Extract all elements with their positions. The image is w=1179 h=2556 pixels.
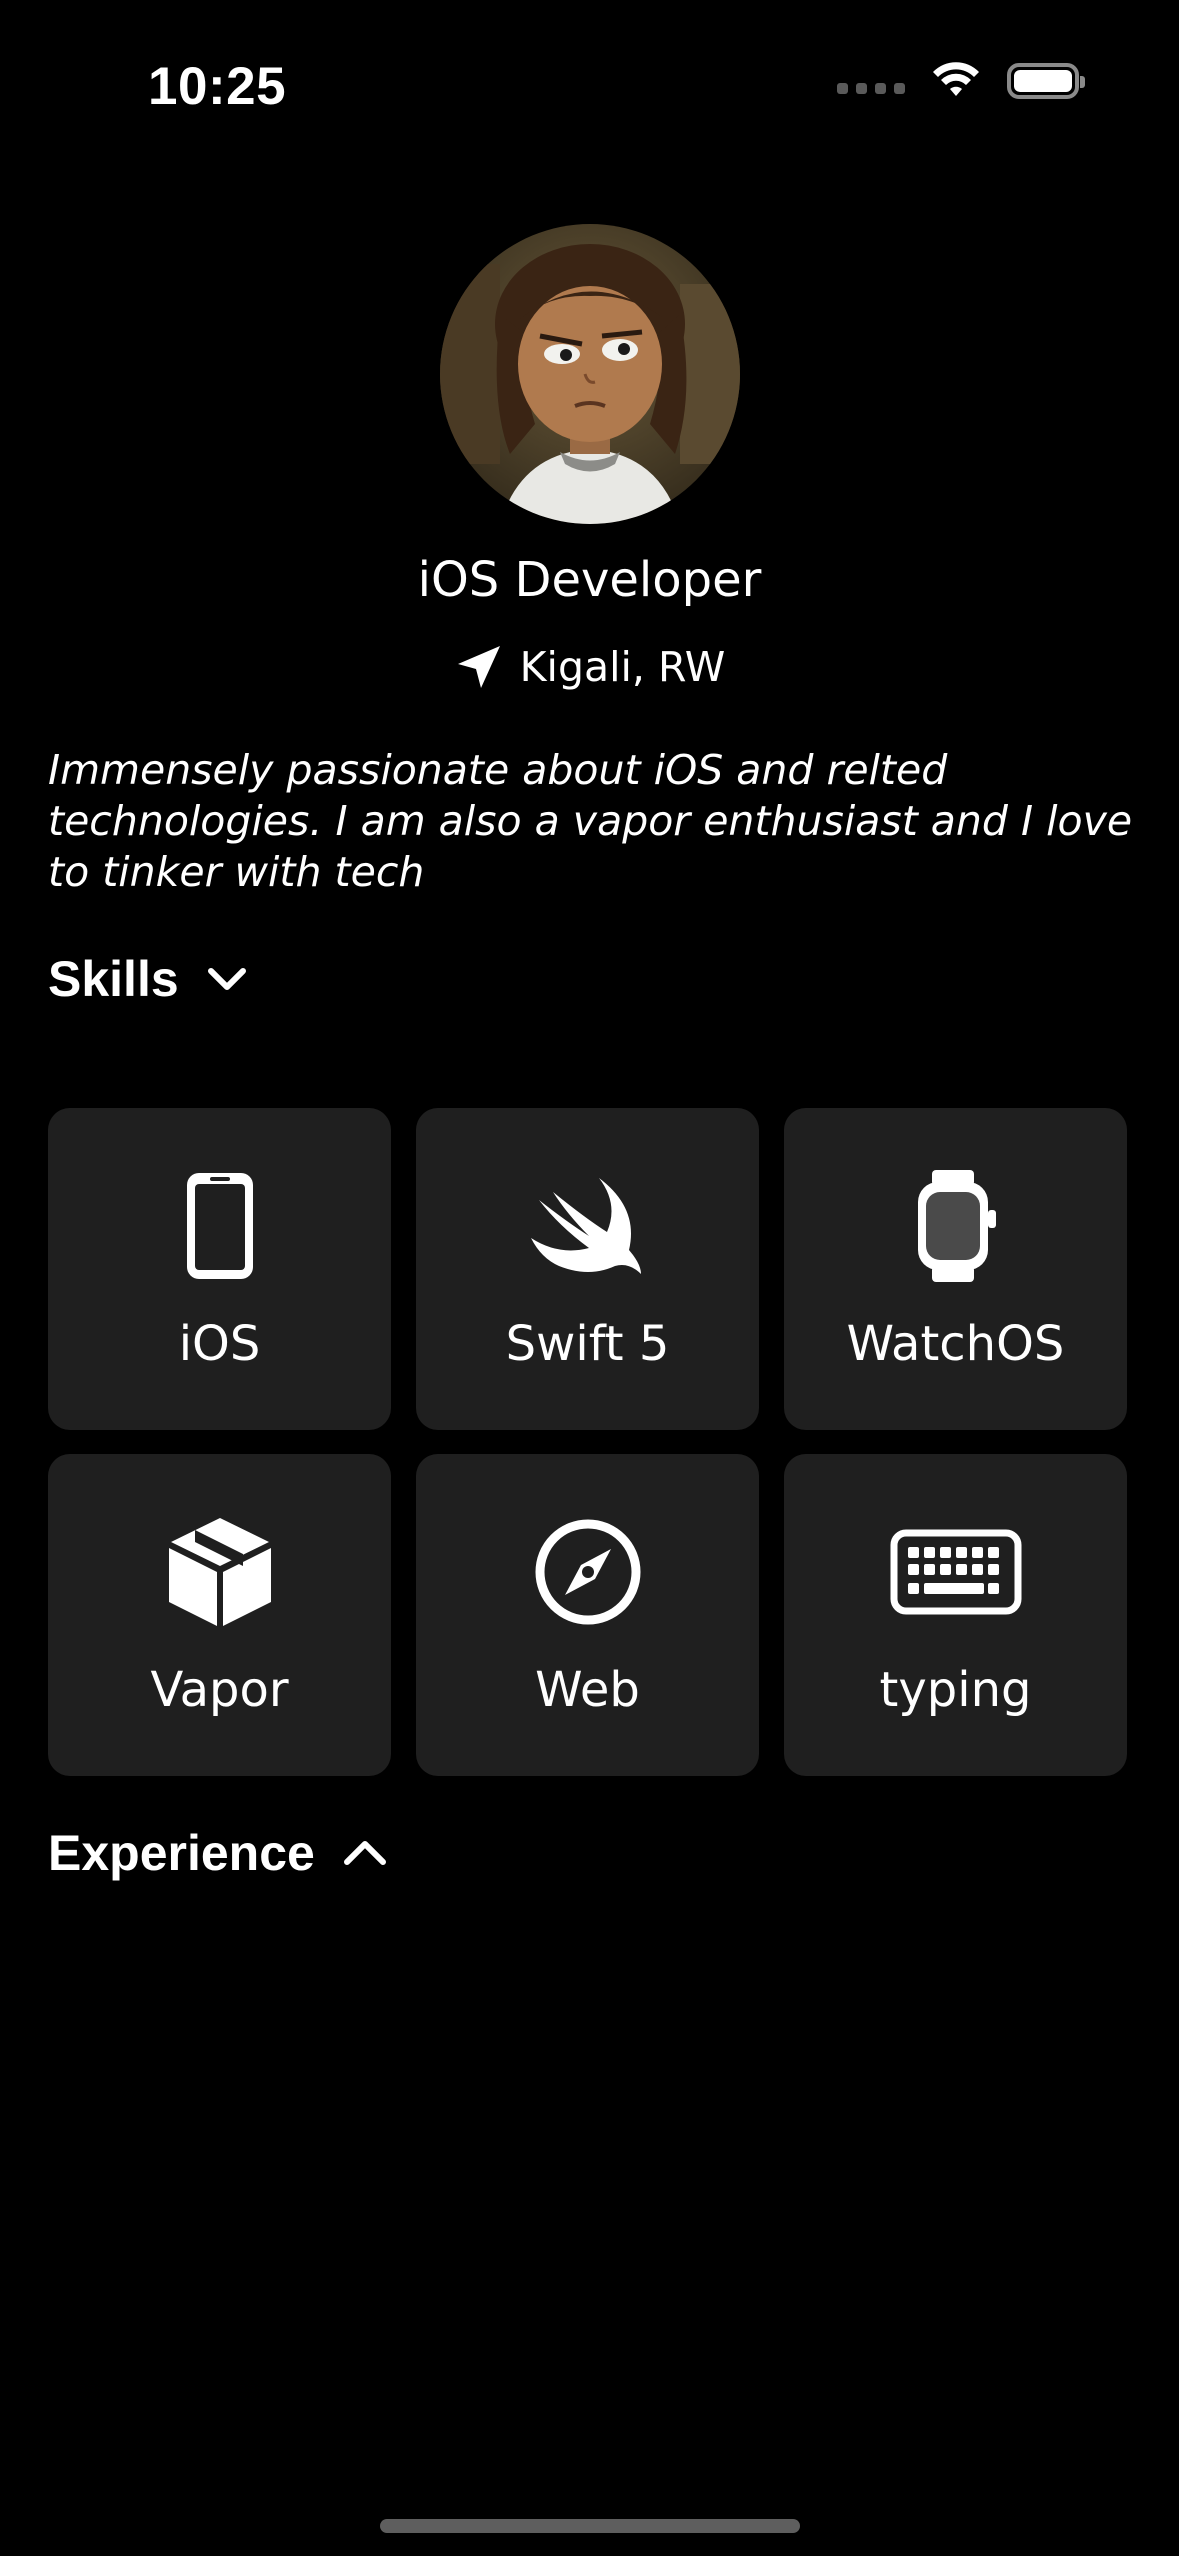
skill-label: WatchOS [846, 1316, 1065, 1372]
safari-compass-icon [535, 1519, 640, 1625]
skill-label: Web [535, 1662, 640, 1718]
battery-icon [1007, 63, 1085, 99]
swift-icon [530, 1178, 641, 1274]
skill-card-watchos[interactable]: WatchOS [784, 1108, 1127, 1430]
skill-label: typing [879, 1662, 1032, 1718]
skill-label: iOS [178, 1316, 261, 1372]
home-indicator[interactable] [380, 2519, 800, 2533]
skills-grid: iOS Swift 5 WatchOS Vapor Web typing [48, 1108, 1131, 1776]
skill-label: Vapor [150, 1662, 289, 1718]
location-row: Kigali, RW [0, 642, 1179, 692]
experience-section-toggle[interactable]: Experience [48, 1824, 387, 1882]
status-indicators [837, 62, 1085, 100]
location-arrow-icon [457, 646, 500, 688]
skill-card-web[interactable]: Web [416, 1454, 759, 1776]
skill-card-ios[interactable]: iOS [48, 1108, 391, 1430]
wifi-icon [933, 62, 979, 96]
skills-section-label: Skills [48, 951, 179, 1007]
avatar [440, 224, 740, 524]
bio-text: Immensely passionate about iOS and relte… [48, 746, 1133, 896]
skills-section-toggle[interactable]: Skills [48, 950, 247, 1008]
iphone-icon [186, 1173, 253, 1279]
keyboard-icon [890, 1529, 1021, 1615]
chevron-up-icon [343, 1841, 386, 1865]
cube-icon [168, 1518, 271, 1626]
skill-label: Swift 5 [505, 1316, 670, 1372]
cellular-signal-icon [837, 82, 905, 94]
location-label: Kigali, RW [519, 643, 726, 691]
skill-card-typing[interactable]: typing [784, 1454, 1127, 1776]
skill-card-vapor[interactable]: Vapor [48, 1454, 391, 1776]
experience-section-label: Experience [48, 1825, 315, 1881]
applewatch-icon [917, 1170, 996, 1282]
chevron-down-icon [207, 968, 246, 990]
profile-title: iOS Developer [417, 552, 762, 608]
status-time: 10:25 [148, 57, 287, 116]
skill-card-swift[interactable]: Swift 5 [416, 1108, 759, 1430]
